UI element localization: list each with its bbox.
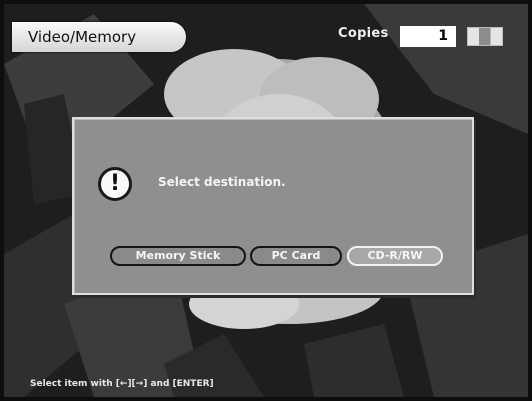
copies-label: Copies (338, 26, 389, 41)
pc-card-button[interactable]: PC Card (250, 246, 342, 266)
exclamation-icon: ! (98, 167, 132, 201)
tv-screen: Video/Memory Copies 1 ! Select destinati… (4, 4, 528, 397)
cd-rw-button[interactable]: CD-R/RW (347, 246, 443, 266)
footer-hint: Select item with [←][→] and [ENTER] (30, 379, 214, 389)
memory-stick-button[interactable]: Memory Stick (110, 246, 246, 266)
select-destination-dialog: ! Select destination. Memory Stick PC Ca… (72, 117, 474, 295)
battery-icon (467, 27, 503, 46)
dialog-message: Select destination. (158, 175, 286, 189)
mode-title-tab: Video/Memory (12, 22, 186, 52)
copies-value[interactable]: 1 (400, 26, 456, 47)
